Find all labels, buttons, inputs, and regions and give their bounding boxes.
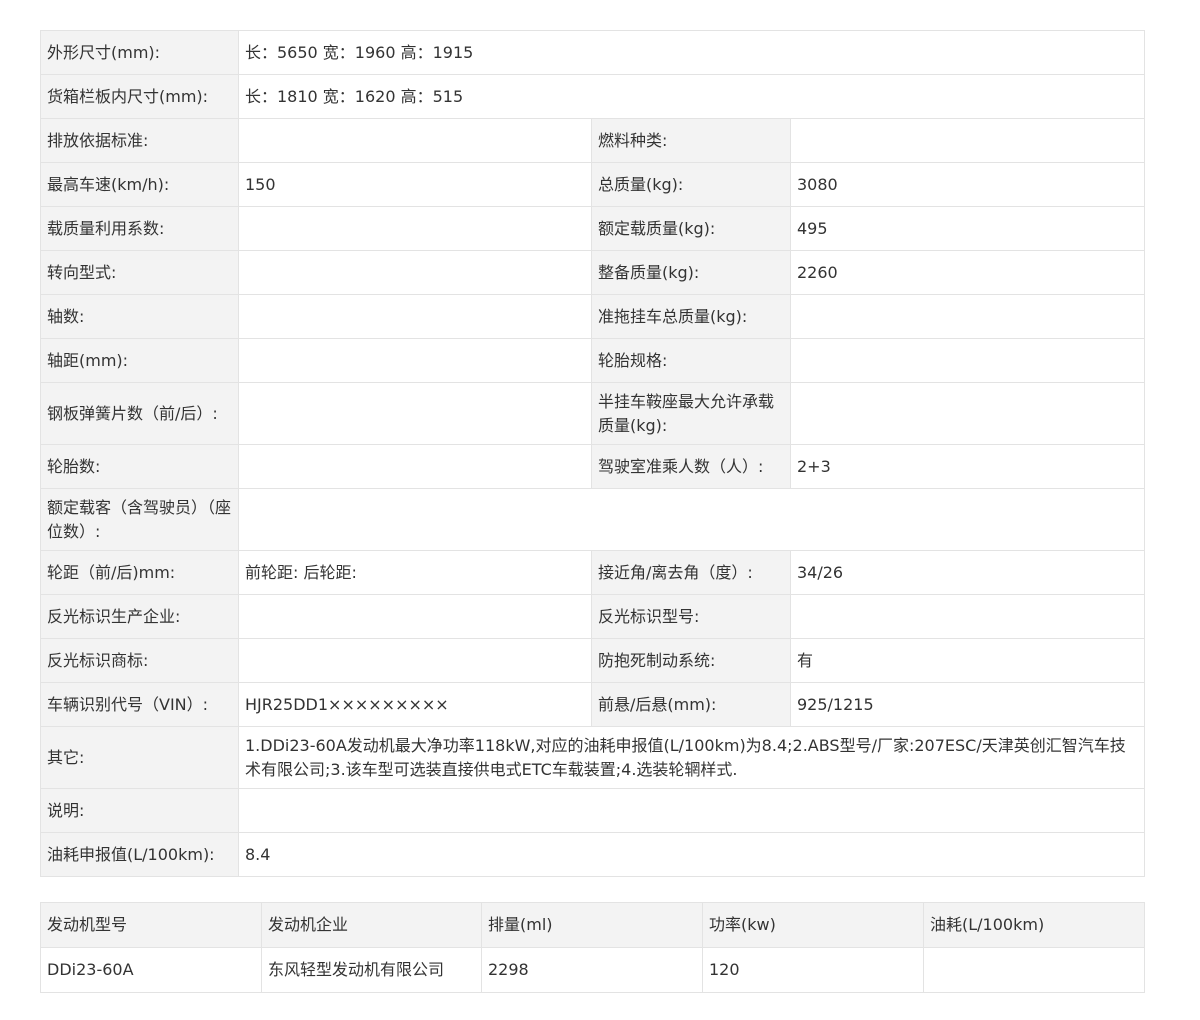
table-row: 钢板弹簧片数（前/后）: 半挂车鞍座最大允许承载质量(kg): xyxy=(40,382,1146,445)
steering-type-label: 转向型式: xyxy=(40,250,239,295)
curb-mass-label: 整备质量(kg): xyxy=(591,250,791,295)
leaf-spring-value xyxy=(238,382,592,445)
fuel-consumption-label: 油耗申报值(L/100km): xyxy=(40,832,239,877)
rated-passengers-label: 额定载客（含驾驶员）（座位数）: xyxy=(40,488,239,551)
approach-departure-value: 34/26 xyxy=(789,550,1146,595)
note-value xyxy=(237,788,1146,833)
table-row: 说明: xyxy=(40,788,1146,833)
table-row: 油耗申报值(L/100km): 8.4 xyxy=(40,832,1146,877)
steering-type-value xyxy=(238,250,592,295)
approach-departure-label: 接近角/离去角（度）: xyxy=(591,550,791,595)
table-row: 货箱栏板内尺寸(mm): 长：1810 宽：1620 高：515 xyxy=(40,74,1146,119)
vin-value: HJR25DD1××××××××× xyxy=(238,682,592,727)
rated-passengers-value xyxy=(237,488,1146,551)
trailer-mass-label: 准拖挂车总质量(kg): xyxy=(591,294,791,339)
displacement-cell: 2298 xyxy=(481,947,703,993)
saddle-capacity-value xyxy=(789,382,1146,445)
axle-count-value xyxy=(238,294,592,339)
other-label: 其它: xyxy=(40,726,239,789)
total-mass-label: 总质量(kg): xyxy=(591,162,791,207)
other-value: 1.DDi23-60A发动机最大净功率118kW,对应的油耗申报值(L/100k… xyxy=(237,726,1146,789)
table-row: DDi23-60A 东风轻型发动机有限公司 2298 120 xyxy=(40,947,1145,993)
wheelbase-label: 轴距(mm): xyxy=(40,338,239,383)
fuel-type-value xyxy=(789,118,1146,163)
overhang-value: 925/1215 xyxy=(789,682,1146,727)
track-width-label: 轮距（前/后)mm: xyxy=(40,550,239,595)
emission-standard-value xyxy=(238,118,592,163)
max-speed-label: 最高车速(km/h): xyxy=(40,162,239,207)
axle-count-label: 轴数: xyxy=(40,294,239,339)
max-speed-value: 150 xyxy=(238,162,592,207)
leaf-spring-label: 钢板弹簧片数（前/后）: xyxy=(40,382,239,445)
reflective-maker-value xyxy=(238,594,592,639)
column-header: 发动机企业 xyxy=(261,902,482,948)
table-row: 轴距(mm): 轮胎规格: xyxy=(40,338,1146,383)
engine-table: 发动机型号 发动机企业 排量(ml) 功率(kw) 油耗(L/100km) DD… xyxy=(40,902,1145,993)
rated-load-label: 额定载质量(kg): xyxy=(591,206,791,251)
fuel-type-label: 燃料种类: xyxy=(591,118,791,163)
table-row: 额定载客（含驾驶员）（座位数）: xyxy=(40,488,1146,551)
table-row: 其它: 1.DDi23-60A发动机最大净功率118kW,对应的油耗申报值(L/… xyxy=(40,726,1146,789)
table-row: 轴数: 准拖挂车总质量(kg): xyxy=(40,294,1146,339)
table-row: 载质量利用系数: 额定载质量(kg): 495 xyxy=(40,206,1146,251)
rated-load-value: 495 xyxy=(789,206,1146,251)
dimensions-value: 长：5650 宽：1960 高：1915 xyxy=(237,30,1146,75)
table-row: 最高车速(km/h): 150 总质量(kg): 3080 xyxy=(40,162,1146,207)
overhang-label: 前悬/后悬(mm): xyxy=(591,682,791,727)
reflective-brand-label: 反光标识商标: xyxy=(40,638,239,683)
note-label: 说明: xyxy=(40,788,239,833)
table-row: 轮距（前/后)mm: 前轮距: 后轮距: 接近角/离去角（度）: 34/26 xyxy=(40,550,1146,595)
table-header-row: 发动机型号 发动机企业 排量(ml) 功率(kw) 油耗(L/100km) xyxy=(40,902,1145,948)
tire-count-value xyxy=(238,444,592,489)
table-row: 车辆识别代号（VIN）: HJR25DD1××××××××× 前悬/后悬(mm)… xyxy=(40,682,1146,727)
reflective-brand-value xyxy=(238,638,592,683)
cab-passengers-value: 2+3 xyxy=(789,444,1146,489)
tire-spec-value xyxy=(789,338,1146,383)
column-header: 油耗(L/100km) xyxy=(923,902,1145,948)
curb-mass-value: 2260 xyxy=(789,250,1146,295)
table-row: 轮胎数: 驾驶室准乘人数（人）: 2+3 xyxy=(40,444,1146,489)
table-row: 反光标识生产企业: 反光标识型号: xyxy=(40,594,1146,639)
power-cell: 120 xyxy=(702,947,924,993)
load-factor-label: 载质量利用系数: xyxy=(40,206,239,251)
load-factor-value xyxy=(238,206,592,251)
vin-label: 车辆识别代号（VIN）: xyxy=(40,682,239,727)
engine-maker-cell: 东风轻型发动机有限公司 xyxy=(261,947,482,993)
column-header: 发动机型号 xyxy=(40,902,262,948)
wheelbase-value xyxy=(238,338,592,383)
vehicle-spec-table: 外形尺寸(mm): 长：5650 宽：1960 高：1915 货箱栏板内尺寸(m… xyxy=(40,30,1146,877)
tire-count-label: 轮胎数: xyxy=(40,444,239,489)
fuel-consumption-cell xyxy=(923,947,1145,993)
dimensions-label: 外形尺寸(mm): xyxy=(40,30,239,75)
fuel-consumption-value: 8.4 xyxy=(237,832,1146,877)
cab-passengers-label: 驾驶室准乘人数（人）: xyxy=(591,444,791,489)
reflective-maker-label: 反光标识生产企业: xyxy=(40,594,239,639)
reflective-model-label: 反光标识型号: xyxy=(591,594,791,639)
engine-model-cell: DDi23-60A xyxy=(40,947,262,993)
emission-standard-label: 排放依据标准: xyxy=(40,118,239,163)
table-row: 反光标识商标: 防抱死制动系统: 有 xyxy=(40,638,1146,683)
trailer-mass-value xyxy=(789,294,1146,339)
table-row: 外形尺寸(mm): 长：5650 宽：1960 高：1915 xyxy=(40,30,1146,75)
table-row: 排放依据标准: 燃料种类: xyxy=(40,118,1146,163)
cargo-box-label: 货箱栏板内尺寸(mm): xyxy=(40,74,239,119)
abs-value: 有 xyxy=(789,638,1146,683)
saddle-capacity-label: 半挂车鞍座最大允许承载质量(kg): xyxy=(591,382,791,445)
tire-spec-label: 轮胎规格: xyxy=(591,338,791,383)
column-header: 功率(kw) xyxy=(702,902,924,948)
cargo-box-value: 长：1810 宽：1620 高：515 xyxy=(237,74,1146,119)
track-width-value: 前轮距: 后轮距: xyxy=(238,550,592,595)
table-row: 转向型式: 整备质量(kg): 2260 xyxy=(40,250,1146,295)
abs-label: 防抱死制动系统: xyxy=(591,638,791,683)
total-mass-value: 3080 xyxy=(789,162,1146,207)
column-header: 排量(ml) xyxy=(481,902,703,948)
reflective-model-value xyxy=(789,594,1146,639)
